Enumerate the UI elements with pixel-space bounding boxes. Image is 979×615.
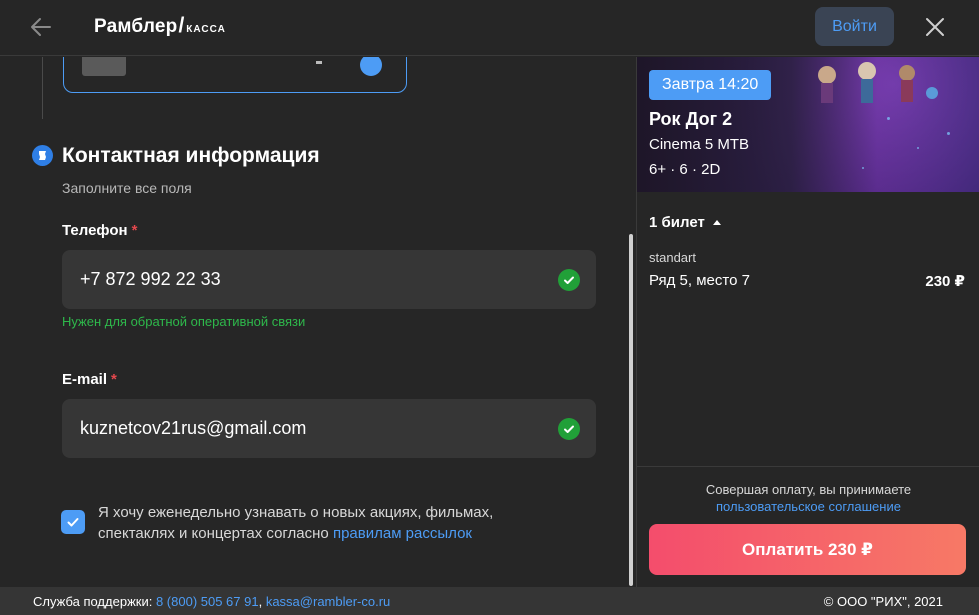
section-title: Контактная информация	[62, 144, 320, 167]
chevron-up-icon	[712, 220, 721, 225]
support-info: Служба поддержки: 8 (800) 505 67 91, kas…	[33, 594, 390, 609]
logo-main-text: Рамблер	[94, 16, 178, 37]
phone-input[interactable]	[80, 250, 540, 309]
support-email-link[interactable]: kassa@rambler-co.ru	[266, 594, 390, 609]
top-bar: Рамблер / КАССА Войти	[0, 0, 979, 56]
seat-info: Ряд 5, место 7	[649, 272, 750, 289]
back-arrow-icon[interactable]	[28, 14, 54, 40]
mailing-rules-link[interactable]: правилам рассылок	[333, 525, 472, 542]
login-button[interactable]: Войти	[815, 7, 894, 46]
valid-check-icon	[558, 418, 580, 440]
tickets-toggle[interactable]: 1 билет	[649, 214, 721, 231]
rambler-kassa-logo[interactable]: Рамблер / КАССА	[94, 14, 226, 38]
card-thumbnail	[82, 57, 126, 76]
newsletter-checkbox[interactable]	[61, 510, 85, 534]
required-asterisk: *	[111, 371, 117, 388]
order-summary: Завтра 14:20 Рок Дог 2 Cinema 5 МТВ 6+ ·…	[636, 57, 979, 587]
movie-meta: 6+ · 6 · 2D	[649, 161, 721, 178]
ticket-price: 230 ₽	[925, 273, 965, 290]
phone-field[interactable]	[62, 250, 596, 309]
pay-button[interactable]: Оплатить 230 ₽	[649, 524, 966, 575]
selected-radio-icon	[360, 57, 382, 76]
cinema-name: Cinema 5 МТВ	[649, 136, 750, 153]
ticket-type: standart	[649, 250, 696, 265]
required-asterisk: *	[131, 222, 138, 239]
email-field[interactable]	[62, 399, 596, 458]
poster-art	[818, 62, 938, 103]
phone-label: Телефон *	[62, 222, 137, 239]
card-text-fragment	[316, 61, 322, 64]
footer-separator: ,	[258, 594, 266, 609]
section-subtitle: Заполните все поля	[62, 180, 192, 196]
payment-area: Совершая оплату, вы принимаете пользоват…	[637, 466, 979, 587]
previous-step-card[interactable]	[63, 57, 407, 93]
step-timeline-line	[42, 57, 43, 119]
footer: Служба поддержки: 8 (800) 505 67 91, kas…	[0, 587, 979, 615]
close-icon[interactable]	[922, 14, 948, 40]
agreement-prefix: Совершая оплату, вы принимаете	[705, 482, 912, 497]
email-label-text: E-mail	[62, 371, 108, 388]
user-agreement-link[interactable]: пользовательское соглашение	[716, 499, 901, 514]
phone-label-text: Телефон	[62, 222, 128, 239]
scrollbar[interactable]	[629, 234, 633, 586]
logo-sub-text: КАССА	[186, 24, 226, 35]
agreement-text: Совершая оплату, вы принимаете пользоват…	[637, 481, 979, 515]
support-label: Служба поддержки:	[33, 594, 153, 609]
tickets-count: 1 билет	[649, 214, 705, 231]
valid-check-icon	[558, 269, 580, 291]
copyright: © ООО "РИХ", 2021	[823, 594, 943, 609]
email-input[interactable]	[80, 399, 540, 458]
email-label: E-mail *	[62, 371, 117, 388]
movie-poster: Завтра 14:20 Рок Дог 2 Cinema 5 МТВ 6+ ·…	[637, 57, 979, 192]
support-phone-link[interactable]: 8 (800) 505 67 91	[156, 594, 259, 609]
phone-hint: Нужен для обратной оперативной связи	[62, 314, 306, 329]
ticket-step-icon	[32, 145, 53, 166]
newsletter-consent-text: Я хочу еженедельно узнавать о новых акци…	[98, 502, 538, 544]
checkmark-icon	[67, 518, 79, 527]
showtime-badge: Завтра 14:20	[649, 70, 772, 100]
logo-slash: /	[178, 14, 185, 37]
checkout-form: Контактная информация Заполните все поля…	[0, 57, 636, 587]
movie-title: Рок Дог 2	[649, 109, 733, 129]
